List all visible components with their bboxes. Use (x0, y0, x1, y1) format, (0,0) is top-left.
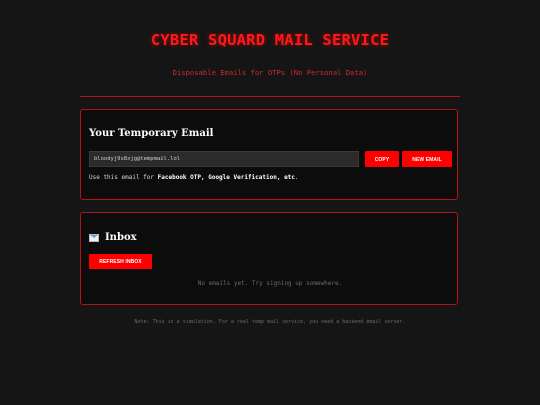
page-title: CYBER SQUARD MAIL SERVICE (150, 31, 390, 49)
inbox-heading-label: Inbox (105, 232, 137, 243)
email-address-field[interactable]: bloodyj9s8xjg@tempmail.lol (89, 151, 359, 167)
temporary-email-card: Your Temporary Email bloodyj9s8xjg@tempm… (80, 109, 458, 200)
usage-hint-suffix: . (294, 174, 299, 181)
refresh-inbox-button[interactable]: REFRESH INBOX (89, 254, 152, 269)
temporary-email-heading: Your Temporary Email (89, 128, 214, 139)
envelope-icon (89, 233, 99, 242)
inbox-card: Inbox REFRESH INBOX No emails yet. Try s… (80, 212, 458, 305)
usage-hint-services: Facebook OTP, Google Verification, etc (157, 174, 295, 181)
header-divider (80, 96, 460, 97)
copy-button[interactable]: COPY (365, 151, 399, 167)
new-email-button[interactable]: NEW EMAIL (402, 151, 452, 167)
usage-hint: Use this email for Facebook OTP, Google … (89, 174, 299, 181)
inbox-empty-message: No emails yet. Try signing up somewhere. (197, 280, 343, 287)
simulation-footnote: Note: This is a simulation. For a real t… (134, 319, 406, 325)
usage-hint-prefix: Use this email for (89, 174, 158, 181)
inbox-heading: Inbox (89, 232, 137, 243)
page-subtitle: Disposable Emails for OTPs (No Personal … (172, 68, 368, 77)
